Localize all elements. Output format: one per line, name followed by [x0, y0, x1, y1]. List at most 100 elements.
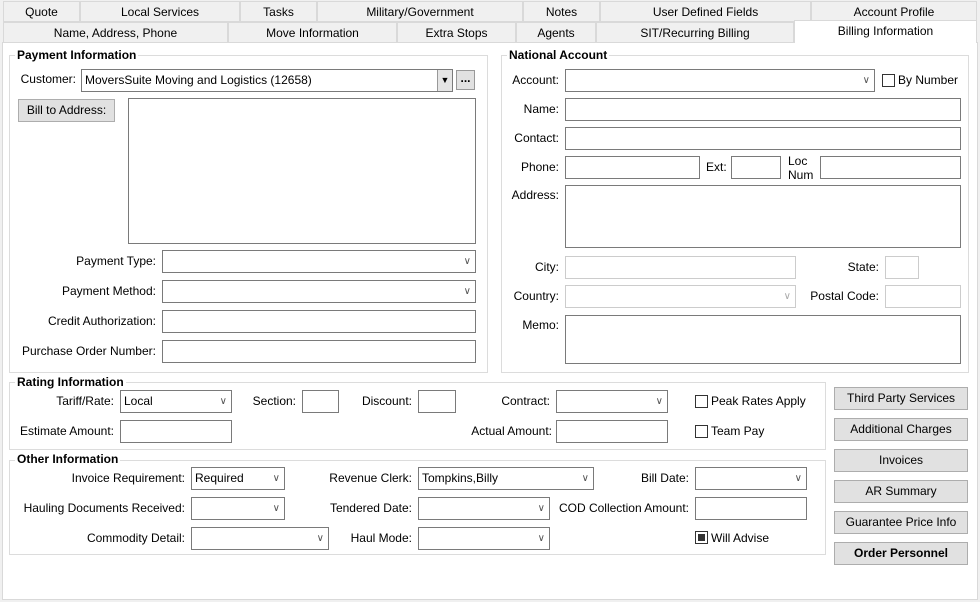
tariff-select[interactable]: Local∨: [120, 390, 232, 413]
bill-date-label: Bill Date:: [600, 467, 689, 489]
ar-summary-button[interactable]: AR Summary: [834, 480, 968, 503]
third-party-services-button[interactable]: Third Party Services: [834, 387, 968, 410]
customer-value: MoversSuite Moving and Logistics (12658): [85, 73, 312, 87]
chevron-down-icon: ∨: [538, 528, 545, 549]
country-label: Country:: [502, 285, 559, 307]
payment-title: Payment Information: [15, 49, 138, 62]
chevron-down-icon: ∨: [656, 391, 663, 412]
revenue-clerk-label: Revenue Clerk:: [300, 467, 412, 489]
tab-quote[interactable]: Quote: [3, 1, 80, 22]
name-input[interactable]: [565, 98, 961, 121]
payment-method-select[interactable]: ∨: [162, 280, 476, 303]
cod-collection-input[interactable]: [695, 497, 807, 520]
actual-amount-input[interactable]: [556, 420, 668, 443]
additional-charges-button[interactable]: Additional Charges: [834, 418, 968, 441]
chevron-down-icon: ∨: [538, 498, 545, 519]
tab-move-information[interactable]: Move Information: [228, 22, 397, 43]
po-number-label: Purchase Order Number:: [10, 340, 156, 362]
ext-label: Ext:: [706, 156, 727, 178]
haul-mode-select[interactable]: ∨: [418, 527, 550, 550]
memo-input[interactable]: [565, 315, 961, 364]
revenue-clerk-value: Tompkins,Billy: [422, 471, 498, 485]
customer-select[interactable]: MoversSuite Moving and Logistics (12658)…: [81, 69, 453, 92]
postal-code-input[interactable]: [885, 285, 961, 308]
invoice-requirement-label: Invoice Requirement:: [10, 467, 185, 489]
will-advise-label: Will Advise: [711, 527, 769, 549]
cod-collection-label: COD Collection Amount:: [550, 497, 689, 519]
tariff-value: Local: [124, 394, 153, 408]
will-advise-checkbox[interactable]: [695, 531, 708, 544]
invoice-requirement-value: Required: [195, 471, 244, 485]
name-label: Name:: [502, 98, 559, 120]
ext-input[interactable]: [731, 156, 781, 179]
chevron-down-icon: ∨: [273, 498, 280, 519]
tab-local-services[interactable]: Local Services: [80, 1, 240, 22]
tendered-date-select[interactable]: ∨: [418, 497, 550, 520]
team-pay-label: Team Pay: [711, 420, 764, 442]
phone-input[interactable]: [565, 156, 700, 179]
order-personnel-button[interactable]: Order Personnel: [834, 542, 968, 565]
bill-to-address-field[interactable]: [128, 98, 476, 244]
state-label: State:: [820, 256, 879, 278]
chevron-down-icon: ∨: [795, 468, 802, 489]
commodity-detail-label: Commodity Detail:: [10, 527, 185, 549]
estimate-amount-input[interactable]: [120, 420, 232, 443]
contract-select[interactable]: ∨: [556, 390, 668, 413]
national-account-title: National Account: [507, 49, 609, 62]
tab-military-government[interactable]: Military/Government: [317, 1, 523, 22]
po-number-input[interactable]: [162, 340, 476, 363]
invoices-button[interactable]: Invoices: [834, 449, 968, 472]
address-label: Address:: [502, 184, 559, 206]
loc-num-label: Loc Num: [788, 154, 816, 182]
chevron-down-icon: ∨: [784, 286, 791, 307]
estimate-amount-label: Estimate Amount:: [10, 420, 114, 442]
tab-tasks[interactable]: Tasks: [240, 1, 317, 22]
contract-label: Contract:: [480, 390, 550, 412]
invoice-requirement-select[interactable]: Required∨: [191, 467, 285, 490]
city-input[interactable]: [565, 256, 796, 279]
country-select[interactable]: ∨: [565, 285, 796, 308]
customer-lookup-button[interactable]: ...: [456, 70, 475, 90]
section-label: Section:: [240, 390, 296, 412]
tab-extra-stops[interactable]: Extra Stops: [397, 22, 516, 43]
tab-agents[interactable]: Agents: [516, 22, 596, 43]
loc-num-input[interactable]: [820, 156, 961, 179]
memo-label: Memo:: [502, 314, 559, 336]
tariff-label: Tariff/Rate:: [10, 390, 114, 412]
tab-sit-recurring-billing[interactable]: SIT/Recurring Billing: [596, 22, 794, 43]
section-input[interactable]: [302, 390, 339, 413]
chevron-down-icon: ∨: [464, 281, 471, 302]
credit-authorization-label: Credit Authorization:: [10, 310, 156, 332]
phone-label: Phone:: [502, 156, 559, 178]
tab-account-profile[interactable]: Account Profile: [811, 1, 977, 22]
tab-notes[interactable]: Notes: [523, 1, 600, 22]
haul-mode-label: Haul Mode:: [300, 527, 412, 549]
contact-label: Contact:: [502, 127, 559, 149]
address-input[interactable]: [565, 185, 961, 248]
by-number-label: By Number: [898, 69, 958, 91]
actual-amount-label: Actual Amount:: [440, 420, 552, 442]
guarantee-price-info-button[interactable]: Guarantee Price Info: [834, 511, 968, 534]
state-input[interactable]: [885, 256, 919, 279]
discount-label: Discount:: [350, 390, 412, 412]
rating-title: Rating Information: [15, 376, 126, 389]
bill-date-select[interactable]: ∨: [695, 467, 807, 490]
payment-type-select[interactable]: ∨: [162, 250, 476, 273]
contact-input[interactable]: [565, 127, 961, 150]
tab-billing-information[interactable]: Billing Information: [794, 20, 977, 43]
customer-label: Customer:: [10, 68, 76, 90]
team-pay-checkbox[interactable]: [695, 425, 708, 438]
account-select[interactable]: ∨: [565, 69, 875, 92]
tab-name-address-phone[interactable]: Name, Address, Phone: [3, 22, 228, 43]
by-number-checkbox[interactable]: [882, 74, 895, 87]
hauling-docs-select[interactable]: ∨: [191, 497, 285, 520]
credit-authorization-input[interactable]: [162, 310, 476, 333]
bill-to-address-button[interactable]: Bill to Address:: [18, 99, 115, 122]
payment-method-label: Payment Method:: [10, 280, 156, 302]
city-label: City:: [502, 256, 559, 278]
tab-user-defined-fields[interactable]: User Defined Fields: [600, 1, 811, 22]
revenue-clerk-select[interactable]: Tompkins,Billy∨: [418, 467, 594, 490]
peak-rates-checkbox[interactable]: [695, 395, 708, 408]
discount-input[interactable]: [418, 390, 456, 413]
chevron-down-icon: ∨: [863, 70, 870, 91]
